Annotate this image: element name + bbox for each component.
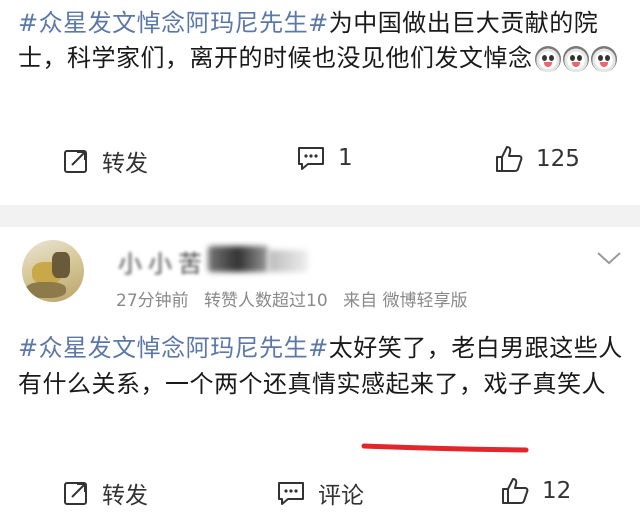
post-2-meta: 27分钟前 转赞人数超过10 来自 微博轻享版: [116, 286, 478, 311]
repost-icon: [64, 482, 87, 505]
post-source[interactable]: 来自 微博轻享版: [343, 291, 467, 311]
like-count: 125: [536, 146, 580, 172]
repost-button[interactable]: 转发: [62, 144, 148, 178]
username-blurred[interactable]: 小小苦: [118, 244, 333, 278]
repost-stat: 转赞人数超过10: [204, 291, 328, 311]
post-1-text: #众星发文悼念阿玛尼先生#为中国做出巨大贡献的院士，科学家们，离开的时候也没见他…: [18, 6, 628, 76]
post-2-action-bar: 转发 评论 12: [0, 476, 640, 516]
comment-count: 1: [338, 145, 353, 171]
chevron-down-icon[interactable]: [596, 250, 622, 266]
like-button[interactable]: 125: [494, 144, 580, 174]
comment-button[interactable]: 1: [296, 144, 353, 172]
avatar[interactable]: [22, 240, 84, 302]
like-icon: [502, 478, 529, 504]
like-count: 12: [542, 478, 572, 504]
like-icon: [496, 146, 523, 172]
emoji-icon: [534, 46, 561, 72]
hashtag-link[interactable]: #众星发文悼念阿玛尼先生#: [18, 9, 329, 37]
repost-label: 转发: [102, 483, 148, 509]
post-2-text: #众星发文悼念阿玛尼先生#太好笑了，老白男跟这些人有什么关系，一个两个还真情实感…: [18, 330, 628, 402]
comment-label: 评论: [318, 483, 364, 509]
repost-icon: [64, 150, 87, 173]
comment-button[interactable]: 评论: [276, 476, 364, 510]
comment-icon: [278, 482, 304, 505]
emoji-group: [534, 46, 617, 72]
post-time: 27分钟前: [116, 291, 189, 311]
comment-icon: [298, 147, 324, 170]
emoji-icon: [590, 46, 617, 72]
post-1-action-bar: 转发 1 125: [0, 144, 640, 184]
repost-button[interactable]: 转发: [62, 476, 148, 510]
hashtag-link[interactable]: #众星发文悼念阿玛尼先生#: [18, 334, 329, 362]
like-button[interactable]: 12: [500, 476, 571, 506]
emoji-icon: [562, 46, 589, 72]
post-divider: [0, 205, 640, 227]
red-underline-annotation: [361, 443, 529, 453]
username: 小小苦: [118, 250, 208, 278]
repost-label: 转发: [102, 151, 148, 177]
